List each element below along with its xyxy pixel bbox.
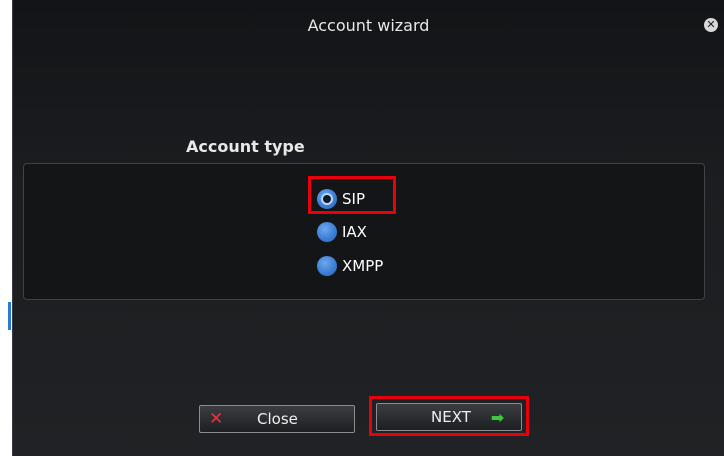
radio-option-iax[interactable]: IAX: [317, 220, 367, 244]
next-button-label: NEXT: [431, 408, 471, 426]
radio-iax-icon[interactable]: [317, 222, 337, 242]
close-button[interactable]: ✕ Close: [199, 405, 355, 433]
radio-label-xmpp: XMPP: [342, 257, 384, 275]
radio-sip-checked-icon[interactable]: [317, 189, 337, 209]
radio-xmpp-icon[interactable]: [317, 256, 337, 276]
arrow-right-icon: ➡: [490, 407, 505, 427]
radio-option-sip[interactable]: SIP: [317, 187, 365, 211]
background-window-edge: [0, 0, 12, 456]
radio-option-xmpp[interactable]: XMPP: [317, 254, 383, 278]
x-icon: ✕: [209, 409, 224, 429]
close-circle-icon[interactable]: ✕: [704, 18, 718, 32]
account-type-label: Account type: [186, 137, 305, 156]
next-button[interactable]: NEXT ➡: [376, 403, 522, 431]
background-scroll-marker: [8, 302, 11, 330]
radio-label-sip: SIP: [342, 190, 365, 208]
close-button-label: Close: [257, 410, 298, 428]
dialog-title: Account wizard: [307, 16, 430, 35]
radio-label-iax: IAX: [342, 223, 367, 241]
